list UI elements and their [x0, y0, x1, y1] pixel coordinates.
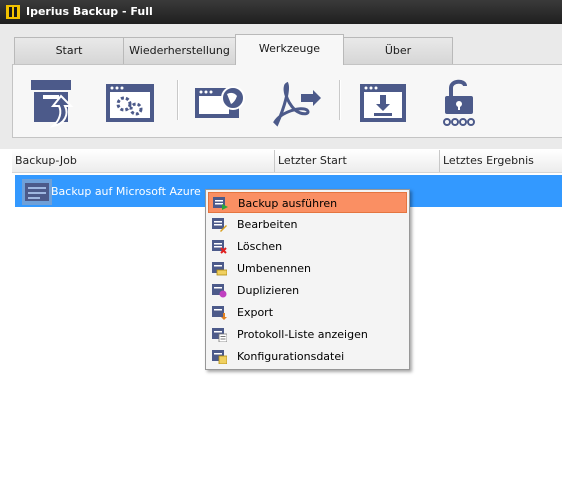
menu-item-label: Löschen	[237, 240, 283, 253]
export-icon	[212, 306, 227, 320]
menu-item-rename[interactable]: Umbenennen	[208, 258, 407, 279]
log-list-icon	[212, 328, 227, 342]
menu-item-label: Konfigurationsdatei	[237, 350, 345, 363]
duplicate-icon	[212, 284, 227, 298]
app-logo-icon	[6, 5, 20, 19]
job-list-header: Backup-Job Letzter Start Letztes Ergebni…	[12, 150, 562, 173]
window-title: Iperius Backup - Full	[26, 5, 153, 18]
run-backup-icon	[213, 197, 228, 210]
tools-toolbar	[12, 64, 562, 138]
window-settings-icon	[106, 84, 154, 122]
menu-item-label: Export	[237, 306, 274, 319]
window-globe-icon	[195, 86, 245, 118]
menu-item-config-file[interactable]: Konfigurationsdatei	[208, 346, 407, 367]
column-backup-job[interactable]: Backup-Job	[12, 150, 274, 172]
context-menu: Backup ausführen Bearbeiten Löschen Umbe…	[205, 189, 410, 370]
toolbar-separator	[177, 80, 178, 120]
web-tool-button[interactable]	[191, 76, 247, 130]
menu-item-log-list[interactable]: Protokoll-Liste anzeigen	[208, 324, 407, 345]
box-restore-icon	[31, 80, 74, 128]
restore-tool-button[interactable]	[27, 76, 83, 130]
rename-icon	[212, 262, 227, 276]
tab-wiederherstellung[interactable]: Wiederherstellung	[123, 37, 236, 64]
unlock-tool-button[interactable]	[433, 76, 489, 130]
download-tool-button[interactable]	[356, 76, 412, 130]
toolbar-separator	[339, 80, 340, 120]
delete-icon	[212, 240, 227, 254]
menu-item-label: Backup ausführen	[238, 197, 338, 210]
edit-icon	[212, 218, 227, 232]
column-last-start[interactable]: Letzter Start	[274, 150, 439, 172]
backup-job-icon	[22, 179, 52, 205]
menu-item-label: Protokoll-Liste anzeigen	[237, 328, 368, 341]
menu-item-run-backup[interactable]: Backup ausführen	[208, 192, 407, 213]
backup-job-name: Backup auf Microsoft Azure	[51, 185, 201, 198]
pdf-export-tool-button[interactable]	[267, 76, 323, 130]
download-window-icon	[360, 84, 406, 122]
config-file-icon	[212, 350, 227, 364]
column-last-result[interactable]: Letztes Ergebnis	[439, 150, 562, 172]
menu-item-label: Umbenennen	[237, 262, 311, 275]
tab-start[interactable]: Start	[14, 37, 124, 64]
tab-werkzeuge[interactable]: Werkzeuge	[235, 34, 344, 65]
menu-item-duplicate[interactable]: Duplizieren	[208, 280, 407, 301]
title-bar: Iperius Backup - Full	[0, 0, 562, 24]
settings-tool-button[interactable]	[102, 76, 158, 130]
pdf-export-icon	[273, 81, 321, 127]
menu-item-export[interactable]: Export	[208, 302, 407, 323]
unlock-password-icon	[443, 79, 475, 126]
menu-item-edit[interactable]: Bearbeiten	[208, 214, 407, 235]
menu-item-label: Duplizieren	[237, 284, 300, 297]
menu-item-delete[interactable]: Löschen	[208, 236, 407, 257]
menu-item-label: Bearbeiten	[237, 218, 298, 231]
tab-ueber[interactable]: Über	[343, 37, 453, 64]
